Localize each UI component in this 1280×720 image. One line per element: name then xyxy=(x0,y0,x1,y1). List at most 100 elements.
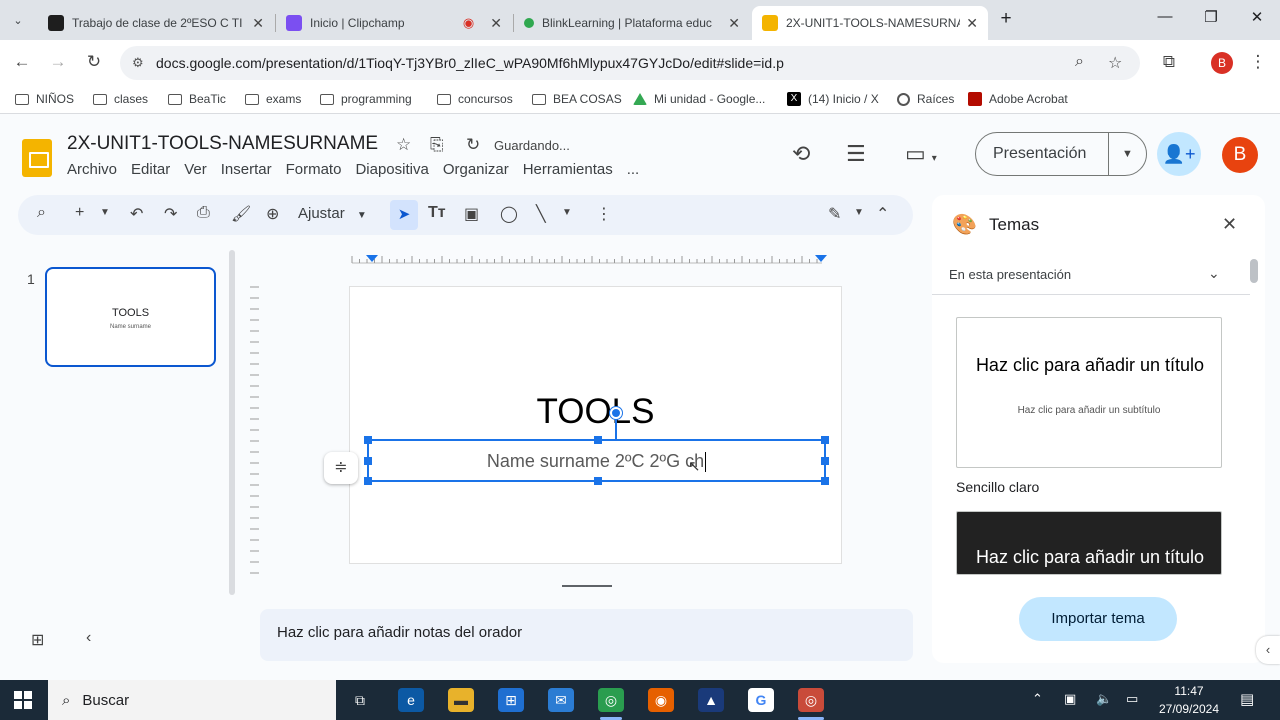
share-add-person-icon[interactable]: 👤+ xyxy=(1157,132,1201,176)
taskbar-search[interactable]: ⌕ Buscar xyxy=(48,680,336,720)
meet-video-icon[interactable]: ▭ ▾ xyxy=(905,141,937,167)
resize-handle-se[interactable] xyxy=(821,477,829,485)
back-arrow-icon[interactable]: ← xyxy=(11,52,33,72)
left-indent-marker[interactable] xyxy=(366,255,378,262)
meet-tray-icon[interactable]: ▣ xyxy=(1064,691,1076,707)
close-icon[interactable]: ✕ xyxy=(966,15,978,32)
firefox-icon[interactable]: ◉ xyxy=(648,688,674,712)
resize-handle-s[interactable] xyxy=(594,477,602,485)
clock-date[interactable]: 27/09/2024 xyxy=(1152,702,1226,716)
site-info-icon[interactable]: ⚙ xyxy=(132,55,144,71)
redo-icon[interactable]: ↷ xyxy=(164,204,177,224)
menu-ver[interactable]: Ver xyxy=(184,161,207,178)
mail-icon[interactable]: ✉ xyxy=(548,688,574,712)
collapse-toolbar-icon[interactable]: ⌃ xyxy=(876,204,889,224)
close-window-button[interactable]: ✕ xyxy=(1242,8,1272,26)
menu-more[interactable]: ... xyxy=(627,161,640,178)
tab-clipchamp[interactable]: Inicio | Clipchamp ◉ ✕ xyxy=(276,6,512,40)
new-tab-button[interactable]: + xyxy=(991,8,1021,30)
bookmark-bea-cosas[interactable]: BEA COSAS xyxy=(532,92,622,106)
subtitle-text-box[interactable]: Name surname 2ºC 2ºG ch xyxy=(364,407,829,485)
browser-profile-avatar[interactable]: B xyxy=(1211,52,1233,74)
education-app-icon[interactable]: ▲ xyxy=(698,688,724,712)
tab-slides-active[interactable]: 2X-UNIT1-TOOLS-NAMESURNA ✕ xyxy=(752,6,988,40)
account-avatar[interactable]: B xyxy=(1222,137,1258,173)
bookmark-concursos[interactable]: concursos xyxy=(437,92,513,106)
move-folder-icon[interactable]: ⎘ xyxy=(430,135,444,155)
windows-start-icon[interactable] xyxy=(14,691,32,709)
slide-title[interactable]: TOOLS xyxy=(350,392,841,432)
bookmark-exams[interactable]: exams xyxy=(245,92,301,106)
search-menus-icon[interactable]: ⌕ xyxy=(37,204,46,222)
bookmark-raices[interactable]: Raíces xyxy=(897,92,954,106)
close-icon[interactable]: ✕ xyxy=(252,15,264,32)
extensions-puzzle-icon[interactable]: ⧉ xyxy=(1158,52,1180,72)
zoom-select[interactable]: Ajustar ▼ xyxy=(298,205,367,222)
bookmark-x[interactable]: X (14) Inicio / X xyxy=(787,92,879,106)
shape-icon[interactable]: ◯ xyxy=(500,204,518,224)
bookmark-ninos[interactable]: NIÑOS xyxy=(15,92,74,106)
paint-format-icon[interactable]: 🖌 xyxy=(231,204,251,224)
chevron-up-icon[interactable]: ⌃ xyxy=(1032,691,1043,707)
address-bar[interactable]: ⚙ docs.google.com/presentation/d/1TioqY-… xyxy=(120,46,1140,80)
pen-annotate-icon[interactable]: ✎ xyxy=(828,204,841,224)
bookmark-adobe-acrobat[interactable]: Adobe Acrobat xyxy=(968,92,1068,106)
comments-icon[interactable]: ☰ xyxy=(846,141,866,167)
collapse-filmstrip-icon[interactable]: ‹ xyxy=(86,629,91,647)
history-icon[interactable]: ⟲ xyxy=(792,141,810,167)
more-options-icon[interactable]: ⋮ xyxy=(596,204,612,224)
line-dropdown-icon[interactable]: ▼ xyxy=(562,207,572,218)
star-icon[interactable]: ☆ xyxy=(396,135,411,155)
theme-card-sencillo-claro[interactable]: Haz clic para añadir un título Haz clic … xyxy=(956,317,1222,468)
menu-archivo[interactable]: Archivo xyxy=(67,161,117,178)
google-icon[interactable]: G xyxy=(748,688,774,712)
slide-subtitle[interactable]: Name surname 2ºC 2ºG ch xyxy=(487,451,704,471)
reload-icon[interactable]: ↻ xyxy=(83,52,105,72)
theme-card-dark[interactable]: Haz clic para añadir un título xyxy=(956,511,1222,575)
rotate-handle[interactable] xyxy=(610,407,622,419)
undo-icon[interactable]: ↶ xyxy=(130,204,143,224)
text-box-icon[interactable]: Tт xyxy=(428,204,446,222)
close-icon[interactable]: ✕ xyxy=(728,15,740,32)
speaker-notes[interactable]: Haz clic para añadir notas del orador xyxy=(260,609,913,661)
vertical-align-icon[interactable]: ≑ xyxy=(324,452,358,484)
slides-logo-icon[interactable] xyxy=(22,139,52,177)
task-view-icon[interactable]: ⧉ xyxy=(347,688,373,712)
side-panel-expand-icon[interactable]: ‹ xyxy=(1256,636,1280,664)
ms-store-icon[interactable]: ⊞ xyxy=(498,688,524,712)
select-tool-icon[interactable]: ➤ xyxy=(390,200,418,230)
chrome-profile-icon[interactable]: ◎ xyxy=(598,688,624,712)
resize-handle-sw[interactable] xyxy=(364,477,372,485)
star-bookmark-icon[interactable]: ☆ xyxy=(1108,53,1122,73)
restore-button[interactable]: ❐ xyxy=(1196,8,1226,26)
tab-search-button[interactable]: ⌄ xyxy=(6,10,30,30)
present-dropdown-icon[interactable]: ▼ xyxy=(1109,148,1146,160)
image-icon[interactable]: ▣ xyxy=(464,204,479,224)
forward-arrow-icon[interactable]: → xyxy=(47,52,69,72)
pen-dropdown-icon[interactable]: ▼ xyxy=(854,207,864,218)
present-button[interactable]: Presentación xyxy=(976,133,1109,175)
filmstrip-scrollbar[interactable] xyxy=(229,250,235,595)
file-explorer-icon[interactable]: ▬ xyxy=(448,688,474,712)
bookmark-beatic[interactable]: BeaTic xyxy=(168,92,226,106)
close-icon[interactable]: ✕ xyxy=(1222,214,1237,235)
menu-diapositiva[interactable]: Diapositiva xyxy=(355,161,428,178)
close-icon[interactable]: ✕ xyxy=(490,15,502,32)
tab-classroom[interactable]: Trabajo de clase de 2ºESO C TI ✕ xyxy=(38,6,274,40)
new-slide-dropdown-icon[interactable]: ▼ xyxy=(100,207,110,218)
line-icon[interactable]: ╲ xyxy=(536,204,546,224)
resize-handle-nw[interactable] xyxy=(364,436,372,444)
notifications-icon[interactable]: ▤ xyxy=(1240,690,1254,708)
notes-resize-handle[interactable] xyxy=(562,585,612,587)
network-icon[interactable]: ▭ xyxy=(1126,691,1138,707)
themes-scrollbar[interactable] xyxy=(1250,259,1258,283)
chrome-icon[interactable]: ◎ xyxy=(798,688,824,712)
print-icon[interactable]: ⎙ xyxy=(197,204,210,222)
zoom-icon[interactable]: ⊕ xyxy=(266,204,279,224)
slide-thumbnail[interactable]: TOOLS Name surname xyxy=(45,267,216,367)
menu-herramientas[interactable]: Herramientas xyxy=(523,161,613,178)
menu-editar[interactable]: Editar xyxy=(131,161,170,178)
tab-blinklearning[interactable]: BlinkLearning | Plataforma educ ✕ xyxy=(514,6,750,40)
menu-formato[interactable]: Formato xyxy=(286,161,342,178)
menu-insertar[interactable]: Insertar xyxy=(221,161,272,178)
